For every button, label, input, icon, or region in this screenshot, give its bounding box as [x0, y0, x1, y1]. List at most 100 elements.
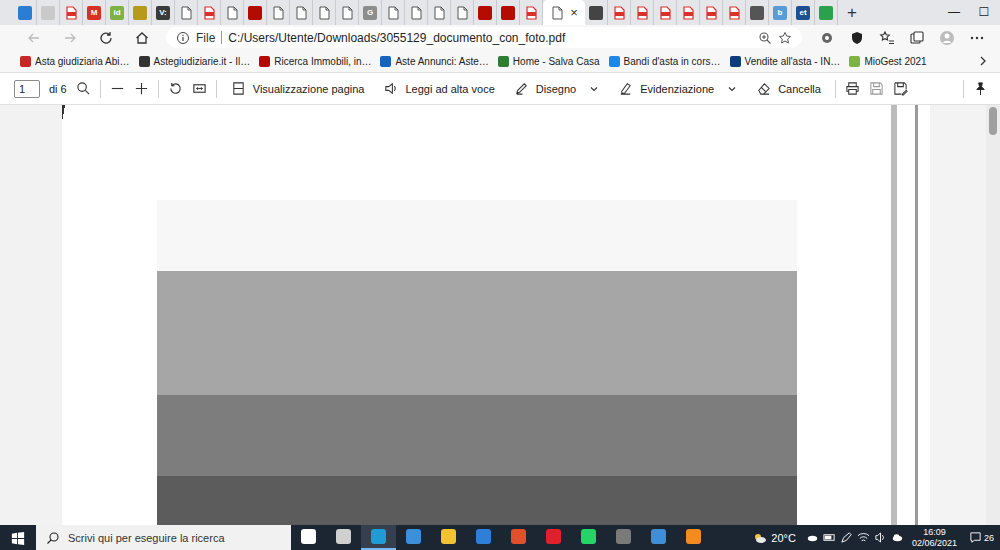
fit-page-icon[interactable]	[192, 81, 207, 96]
shield-icon[interactable]	[842, 30, 872, 46]
tab[interactable]	[631, 0, 654, 25]
tab[interactable]	[336, 0, 359, 25]
tab[interactable]	[175, 0, 198, 25]
taskbar-app[interactable]	[606, 525, 641, 550]
refresh-icon[interactable]	[90, 30, 122, 46]
home-icon[interactable]	[126, 30, 158, 46]
tab[interactable]	[290, 0, 313, 25]
cloud-icon[interactable]	[806, 531, 819, 544]
taskbar-app[interactable]	[641, 525, 676, 550]
url-text[interactable]: C:/Users/Utente/Downloads/3055129_docume…	[228, 31, 565, 45]
taskbar-app[interactable]	[291, 525, 326, 550]
tab[interactable]	[723, 0, 746, 25]
tab[interactable]	[474, 0, 497, 25]
new-tab-button[interactable]: +	[838, 0, 866, 25]
profile-icon[interactable]	[932, 30, 962, 46]
taskbar-app[interactable]	[676, 525, 711, 550]
rotate-icon[interactable]	[168, 81, 183, 96]
tab[interactable]	[585, 0, 608, 25]
favorites-icon[interactable]	[872, 30, 902, 46]
bookmark[interactable]: Ricerca Immobili, in…	[259, 56, 371, 67]
wifi-icon[interactable]	[857, 531, 870, 544]
tab[interactable]	[382, 0, 405, 25]
extension-icon[interactable]	[812, 30, 842, 46]
volume-icon[interactable]	[874, 531, 887, 544]
tab[interactable]	[405, 0, 428, 25]
tab[interactable]: b	[769, 0, 792, 25]
tab[interactable]	[428, 0, 451, 25]
search-icon[interactable]	[76, 81, 91, 96]
taskbar-app[interactable]	[361, 525, 396, 550]
taskbar-app[interactable]	[536, 525, 571, 550]
taskbar-app[interactable]	[571, 525, 606, 550]
tab[interactable]	[520, 0, 543, 25]
bookmark[interactable]: Bandi d'asta in cors…	[609, 56, 721, 67]
tab[interactable]	[221, 0, 244, 25]
more-dots-icon[interactable]	[962, 30, 992, 46]
tab[interactable]	[654, 0, 677, 25]
zoom-in-icon[interactable]	[134, 81, 149, 96]
tab[interactable]	[37, 0, 60, 25]
tab[interactable]	[700, 0, 723, 25]
bookmark[interactable]: Vendite all'asta - IN…	[730, 56, 841, 67]
tab[interactable]: V:	[152, 0, 175, 25]
back-arrow-icon[interactable]	[18, 30, 50, 46]
pin-icon[interactable]	[973, 81, 988, 96]
save-as-icon[interactable]	[893, 81, 908, 96]
page-number-field[interactable]: 1	[14, 80, 40, 98]
tab[interactable]: et	[792, 0, 815, 25]
tab[interactable]	[815, 0, 838, 25]
notification-center[interactable]: 26	[965, 525, 1000, 550]
taskbar-app[interactable]	[501, 525, 536, 550]
pen-icon[interactable]	[840, 531, 853, 544]
info-icon[interactable]	[176, 31, 190, 45]
tab[interactable]: G	[359, 0, 382, 25]
favorite-star-icon[interactable]	[778, 31, 792, 45]
tab[interactable]	[129, 0, 152, 25]
toolbar-button[interactable]: Evidenziazione	[613, 81, 742, 96]
zoom-out-icon[interactable]	[110, 81, 125, 96]
window-control-button[interactable]: —	[940, 0, 968, 25]
tab-close-button[interactable]: ×	[570, 6, 578, 19]
tab[interactable]	[746, 0, 769, 25]
chevron-down-icon[interactable]	[589, 84, 599, 94]
toolbar-button[interactable]: Disegno	[509, 81, 604, 96]
tab[interactable]: id	[106, 0, 129, 25]
forward-arrow-icon[interactable]	[54, 30, 86, 46]
save-icon[interactable]	[869, 81, 884, 96]
tab[interactable]: ×	[543, 0, 585, 25]
bookmark[interactable]: Astegiudiziarie.it - Il…	[139, 56, 251, 67]
tab[interactable]	[198, 0, 221, 25]
clock[interactable]: 16:0902/06/2021	[904, 525, 965, 550]
taskbar-app[interactable]	[326, 525, 361, 550]
taskbar-app[interactable]	[431, 525, 466, 550]
chevron-down-icon[interactable]	[727, 84, 737, 94]
tab[interactable]	[14, 0, 37, 25]
toolbar-button[interactable]: Leggi ad alta voce	[378, 81, 499, 96]
taskbar-app[interactable]	[466, 525, 501, 550]
tab[interactable]: M	[83, 0, 106, 25]
toolbar-button[interactable]: Cancella	[751, 81, 826, 96]
tab[interactable]	[608, 0, 631, 25]
tab[interactable]	[497, 0, 520, 25]
taskbar-search[interactable]: Scrivi qui per eseguire la ricerca	[36, 525, 291, 550]
bookmark[interactable]: Aste Annunci: Aste…	[380, 56, 488, 67]
windows-logo-icon[interactable]	[0, 531, 36, 545]
tab[interactable]	[451, 0, 474, 25]
print-icon[interactable]	[845, 81, 860, 96]
tab[interactable]	[313, 0, 336, 25]
scrollbar-thumb[interactable]	[989, 107, 997, 135]
zoom-icon[interactable]	[758, 31, 772, 45]
tab[interactable]	[677, 0, 700, 25]
weather-cloud-icon[interactable]	[753, 531, 767, 545]
scrollbar[interactable]	[986, 105, 1000, 525]
taskbar-app[interactable]	[396, 525, 431, 550]
tab[interactable]	[267, 0, 290, 25]
bookmark[interactable]: Asta giudiziaria Abi…	[20, 56, 130, 67]
window-control-button[interactable]: ☐	[970, 0, 998, 25]
tab[interactable]	[244, 0, 267, 25]
address-field[interactable]: FileC:/Users/Utente/Downloads/3055129_do…	[166, 27, 802, 48]
collections-icon[interactable]	[902, 30, 932, 46]
bookmark[interactable]: Home - Salva Casa	[498, 56, 600, 67]
bookmark[interactable]: MioGest 2021	[849, 56, 926, 67]
